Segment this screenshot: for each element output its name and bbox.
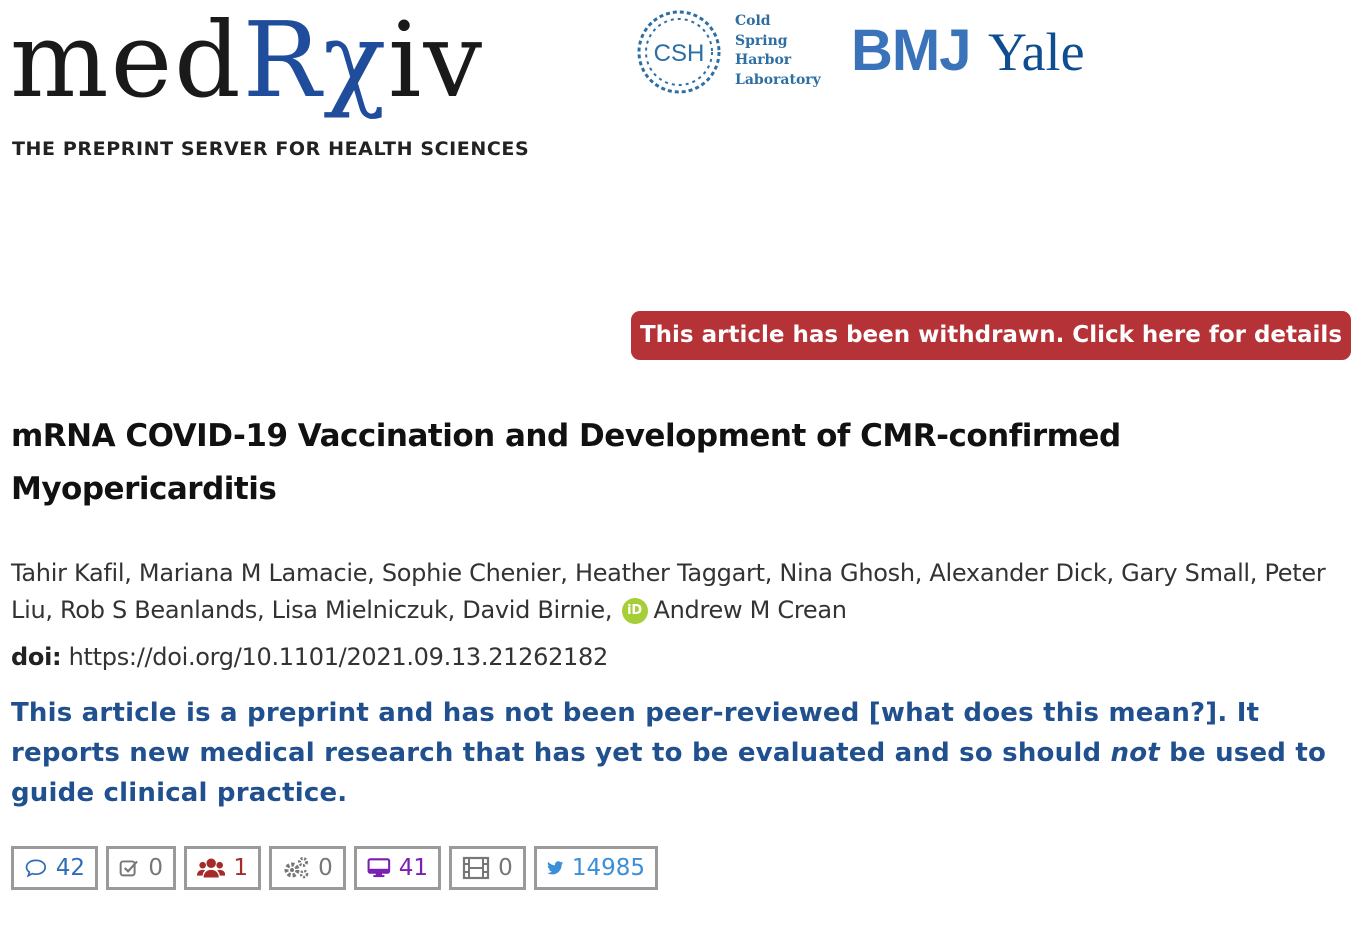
disclaimer-not: not — [1110, 738, 1160, 768]
comment-icon — [25, 859, 47, 878]
csh-circle-icon: CSH — [637, 10, 721, 94]
medrxiv-logo[interactable]: medRχiv THE PREPRINT SERVER FOR HEALTH S… — [10, 0, 529, 160]
metric-twitter[interactable]: 14985 — [534, 846, 658, 890]
orcid-icon[interactable]: iD — [621, 598, 648, 624]
checkbox-icon — [119, 860, 138, 877]
logo-tagline: THE PREPRINT SERVER FOR HEALTH SCIENCES — [12, 138, 530, 160]
what-does-this-mean-link[interactable]: [what does this mean?] — [869, 698, 1218, 728]
csh-logo[interactable]: CSH — [633, 6, 725, 102]
metrics-bar: 42 0 1 0 41 0 14985 — [11, 846, 666, 890]
logo-rx: Rχ — [242, 0, 389, 121]
logo-iv: iv — [388, 0, 485, 121]
metric-video-count: 0 — [498, 855, 513, 881]
preprint-disclaimer: This article is a preprint and has not b… — [11, 693, 1341, 813]
author-list: Tahir Kafil, Mariana M Lamacie, Sophie C… — [11, 555, 1351, 629]
metric-reviews[interactable]: 0 — [106, 846, 176, 890]
metric-video[interactable]: 0 — [449, 846, 526, 890]
csh-abbr: CSH — [654, 40, 705, 67]
logo-med: med — [10, 0, 243, 121]
article-title: mRNA COVID-19 Vaccination and Developmen… — [11, 418, 1121, 507]
users-icon — [197, 858, 226, 878]
yale-logo[interactable]: Yale — [988, 20, 1085, 84]
metric-reviews-count: 0 — [148, 855, 163, 881]
film-icon — [463, 856, 490, 880]
doi-link[interactable]: https://doi.org/10.1101/2021.09.13.21262… — [69, 643, 609, 671]
metric-comments[interactable]: 42 — [11, 846, 98, 890]
metric-automated[interactable]: 0 — [269, 846, 346, 890]
logo-wordmark: medRχiv — [10, 0, 484, 120]
disclaimer-part-1: This article is a preprint and has not b… — [11, 698, 869, 728]
metric-comments-count: 42 — [55, 855, 85, 881]
doi-line: doi: https://doi.org/10.1101/2021.09.13.… — [11, 640, 608, 674]
csh-line-2: Spring — [735, 32, 788, 49]
doi-label: doi: — [11, 643, 62, 671]
csh-name: Cold Spring Harbor Laboratory — [735, 12, 821, 90]
csh-line-3: Harbor — [735, 52, 792, 68]
metric-community[interactable]: 1 — [184, 846, 261, 890]
csh-line-4: Laboratory — [735, 71, 821, 88]
withdrawn-notice-button[interactable]: This article has been withdrawn. Click h… — [631, 311, 1351, 360]
bmj-logo[interactable]: BMJ — [851, 16, 971, 86]
gears-icon — [284, 857, 309, 879]
monitor-icon — [367, 858, 391, 878]
metric-community-count: 1 — [233, 855, 248, 881]
metric-automated-count: 0 — [318, 855, 333, 881]
twitter-icon — [547, 861, 564, 875]
metric-twitter-count: 14985 — [571, 855, 645, 881]
author-last[interactable]: Andrew M Crean — [654, 596, 847, 624]
csh-line-1: Cold — [735, 13, 771, 29]
metric-news[interactable]: 41 — [354, 846, 441, 890]
metric-news-count: 41 — [398, 855, 428, 881]
